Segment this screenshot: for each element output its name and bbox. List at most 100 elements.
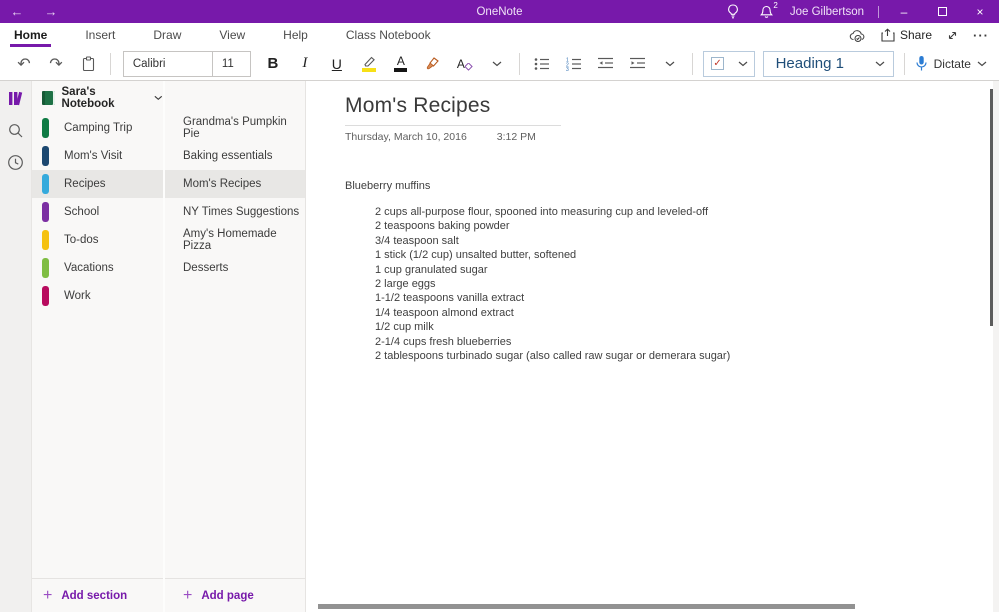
ingredient-line: 1 stick (1/2 cup) unsalted butter, softe… — [375, 249, 577, 262]
page-item-moms-recipes[interactable]: Mom's Recipes — [165, 170, 305, 198]
list-options-chevron-icon[interactable] — [657, 51, 683, 77]
section-label: School — [64, 206, 100, 218]
section-item-school[interactable]: School — [32, 198, 163, 226]
close-button[interactable]: × — [961, 0, 999, 23]
forward-arrow-icon[interactable]: → — [34, 4, 68, 19]
redo-button[interactable]: ↷ — [43, 51, 69, 77]
section-item-moms-visit[interactable]: Mom's Visit — [32, 142, 163, 170]
notebooks-icon[interactable] — [7, 90, 24, 107]
font-color-letter: A — [396, 54, 405, 68]
title-underline — [345, 125, 561, 126]
note-body[interactable]: Blueberry muffins 2 cups all-purpose flo… — [345, 180, 999, 363]
paste-button[interactable] — [75, 51, 101, 77]
more-options-icon[interactable]: ··· — [973, 28, 989, 43]
pages-panel: Grandma's Pumpkin Pie Baking essentials … — [165, 81, 305, 612]
tab-view[interactable]: View — [215, 25, 249, 46]
expand-ribbon-icon[interactable] — [946, 29, 959, 42]
page-item-grandmas-pumpkin-pie[interactable]: Grandma's Pumpkin Pie — [165, 114, 305, 142]
bold-button[interactable]: B — [260, 51, 286, 77]
numbered-list-button[interactable]: 123 — [561, 51, 587, 77]
section-item-recipes[interactable]: Recipes — [32, 170, 163, 198]
underline-button[interactable]: U — [324, 51, 350, 77]
ingredient-line: 1 cup granulated sugar — [375, 263, 488, 276]
font-family-combo[interactable]: Calibri 11 — [122, 50, 251, 77]
notification-count-badge: 2 — [773, 1, 778, 10]
section-color-bar — [42, 118, 49, 138]
page-header: Mom's Recipes Thursday, March 10, 2016 3… — [345, 94, 999, 143]
pages-panel-spacer — [165, 81, 305, 114]
page-time: 3:12 PM — [496, 131, 536, 143]
formatting-toolbar: ↶ ↷ Calibri 11 B I U A A 123 ✓ Heading 1… — [0, 47, 999, 81]
page-item-desserts[interactable]: Desserts — [165, 254, 305, 282]
tab-help[interactable]: Help — [279, 25, 312, 46]
ingredient-line: 1/2 cup milk — [375, 321, 434, 334]
increase-indent-button[interactable] — [625, 51, 651, 77]
tab-draw[interactable]: Draw — [149, 25, 185, 46]
italic-button[interactable]: I — [292, 51, 318, 77]
share-button[interactable]: Share — [880, 28, 932, 42]
section-color-bar — [42, 174, 49, 194]
section-item-vacations[interactable]: Vacations — [32, 254, 163, 282]
page-item-ny-times-suggestions[interactable]: NY Times Suggestions — [165, 198, 305, 226]
dictate-button[interactable]: Dictate — [915, 55, 987, 72]
highlight-button[interactable] — [356, 51, 382, 77]
tab-insert[interactable]: Insert — [81, 25, 119, 46]
toolbar-separator — [518, 52, 520, 75]
page-label: Desserts — [183, 262, 229, 274]
back-arrow-icon[interactable]: ← — [0, 4, 34, 19]
notebook-switcher[interactable]: Sara's Notebook — [32, 81, 163, 114]
sync-status-icon[interactable] — [849, 29, 866, 42]
ingredient-line: 2 teaspoons baking powder — [375, 220, 510, 233]
sections-panel: Sara's Notebook Camping Trip Mom's Visit… — [32, 81, 165, 612]
recent-notes-clock-icon[interactable] — [7, 154, 24, 171]
page-item-amys-homemade-pizza[interactable]: Amy's Homemade Pizza — [165, 226, 305, 254]
note-canvas[interactable]: Mom's Recipes Thursday, March 10, 2016 3… — [305, 81, 999, 612]
toolbar-separator — [691, 52, 693, 75]
ingredient-line: 1/4 teaspoon almond extract — [375, 306, 514, 319]
section-item-work[interactable]: Work — [32, 282, 163, 310]
tab-class-notebook[interactable]: Class Notebook — [342, 25, 435, 46]
todo-tag-chevron-icon[interactable] — [732, 61, 754, 67]
todo-tag-combo[interactable]: ✓ — [702, 50, 755, 77]
user-account-name[interactable]: Joe Gilbertson — [790, 6, 864, 18]
note-heading: Blueberry muffins — [345, 180, 431, 192]
font-options-chevron-icon[interactable] — [484, 51, 510, 77]
decrease-indent-button[interactable] — [593, 51, 619, 77]
highlight-color-bar — [361, 67, 376, 72]
section-item-camping-trip[interactable]: Camping Trip — [32, 114, 163, 142]
maximize-button[interactable] — [923, 0, 961, 23]
add-page-button[interactable]: + Add page — [165, 578, 305, 612]
ingredient-line: 2 cups all-purpose flour, spooned into m… — [375, 206, 709, 218]
vertical-scrollbar-thumb[interactable] — [990, 89, 993, 326]
style-selector-combo[interactable]: Heading 1 — [762, 50, 894, 77]
format-painter-button[interactable] — [420, 51, 446, 77]
page-item-baking-essentials[interactable]: Baking essentials — [165, 142, 305, 170]
clear-format-letter: A — [456, 56, 465, 71]
add-section-button[interactable]: + Add section — [32, 578, 163, 612]
plus-icon: + — [183, 586, 193, 604]
clear-formatting-button[interactable]: A — [452, 51, 478, 77]
add-section-label: Add section — [61, 589, 128, 602]
tab-home[interactable]: Home — [10, 25, 52, 47]
section-color-bar — [42, 258, 49, 278]
font-size-value[interactable]: 11 — [211, 51, 250, 76]
notifications-bell-icon[interactable]: 2 — [750, 0, 784, 23]
horizontal-scrollbar-thumb[interactable] — [318, 604, 855, 609]
vertical-scrollbar-track[interactable] — [993, 81, 999, 612]
undo-button[interactable]: ↶ — [11, 51, 37, 77]
lightbulb-tell-me-icon[interactable] — [716, 0, 750, 23]
title-bar: ← → OneNote 2 Joe Gilbertson – × — [0, 0, 999, 23]
section-color-bar — [42, 146, 49, 166]
notebook-name: Sara's Notebook — [61, 85, 115, 110]
dictate-label: Dictate — [933, 56, 971, 71]
ingredient-line: 2 large eggs — [375, 278, 436, 291]
style-selected-value: Heading 1 — [775, 55, 844, 72]
page-title[interactable]: Mom's Recipes — [345, 94, 999, 118]
navigation-rail — [0, 81, 32, 612]
font-color-button[interactable]: A — [388, 51, 414, 77]
bullet-list-button[interactable] — [529, 51, 555, 77]
section-item-to-dos[interactable]: To-dos — [32, 226, 163, 254]
minimize-button[interactable]: – — [885, 0, 923, 23]
page-datetime: Thursday, March 10, 2016 3:12 PM — [345, 131, 999, 143]
search-icon[interactable] — [7, 122, 24, 139]
